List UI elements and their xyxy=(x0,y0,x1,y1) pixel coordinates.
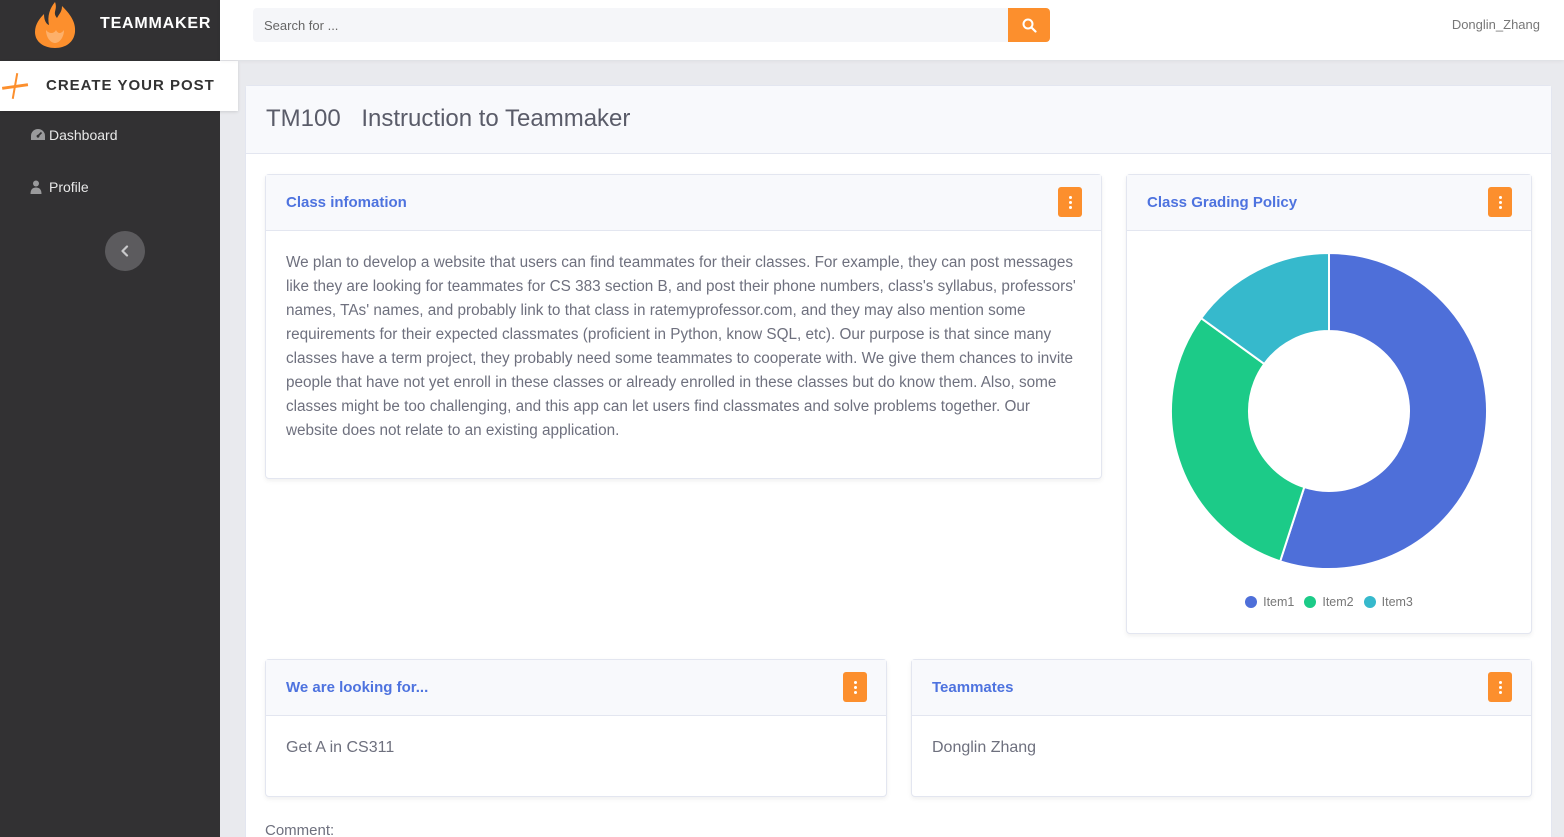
grading-policy-card: Class Grading Policy Item1 Item2 Item3 xyxy=(1126,174,1532,634)
flame-icon xyxy=(35,2,76,48)
sidebar-item-profile[interactable]: Profile xyxy=(30,179,89,195)
card-header: Teammates xyxy=(912,660,1531,716)
brand-name: TEAMMAKER xyxy=(100,15,212,32)
legend-swatch xyxy=(1245,596,1258,608)
card-title: Class infomation xyxy=(286,194,407,211)
more-options-button[interactable] xyxy=(1488,672,1512,702)
card-title: Class Grading Policy xyxy=(1147,194,1298,211)
grading-donut-chart xyxy=(1170,251,1488,570)
pie-slice-item2[interactable] xyxy=(1170,316,1306,563)
course-code: TM100 xyxy=(266,105,341,132)
more-options-button[interactable] xyxy=(1488,187,1512,217)
sidebar: TEAMMAKER CREATE YOUR POST Dashboard Pro… xyxy=(0,0,238,837)
search-input[interactable] xyxy=(253,8,1008,42)
topbar: Donglin_Zhang xyxy=(220,0,1564,60)
plus-icon xyxy=(1,73,29,99)
teammate-name: Donglin Zhang xyxy=(932,739,1037,756)
card-header: Class Grading Policy xyxy=(1127,175,1531,231)
sidebar-item-dashboard[interactable]: Dashboard xyxy=(30,127,118,143)
tachometer-icon xyxy=(31,129,45,140)
legend-swatch xyxy=(1363,596,1376,608)
looking-for-card: We are looking for... Get A in CS311 xyxy=(265,659,887,797)
sidebar-item-label: Dashboard xyxy=(49,127,118,143)
sidebar-collapse-button[interactable] xyxy=(105,231,145,271)
legend-item-item2[interactable]: Item2 xyxy=(1304,595,1354,609)
legend-item-item3[interactable]: Item3 xyxy=(1363,595,1413,609)
course-title: Instruction to Teammaker xyxy=(361,105,631,132)
search-icon xyxy=(1022,18,1037,33)
legend-swatch xyxy=(1304,596,1317,608)
class-info-text: We plan to develop a website that users … xyxy=(286,254,1076,439)
card-title: We are looking for... xyxy=(286,679,429,696)
chevron-left-icon xyxy=(121,245,129,257)
looking-for-text: Get A in CS311 xyxy=(286,739,395,756)
chart-legend: Item1 Item2 Item3 xyxy=(1127,595,1531,609)
sidebar-item-label: Profile xyxy=(49,179,89,195)
user-icon xyxy=(30,180,42,194)
search-button[interactable] xyxy=(1008,8,1050,42)
page-title: TM100 Instruction to Teammaker xyxy=(266,105,630,133)
create-post-label: CREATE YOUR POST xyxy=(46,77,215,94)
comment-label: Comment: xyxy=(265,822,335,837)
search-bar xyxy=(253,8,1050,42)
teammates-card: Teammates Donglin Zhang xyxy=(911,659,1532,797)
card-header: Class infomation xyxy=(266,175,1101,231)
more-options-button[interactable] xyxy=(1058,187,1082,217)
class-info-card: Class infomation We plan to develop a we… xyxy=(265,174,1102,479)
legend-label: Item2 xyxy=(1322,595,1354,609)
legend-label: Item3 xyxy=(1381,595,1413,609)
page-header: TM100 Instruction to Teammaker xyxy=(246,86,1551,154)
legend-label: Item1 xyxy=(1263,595,1295,609)
brand[interactable]: TEAMMAKER xyxy=(0,0,220,60)
create-post-button[interactable]: CREATE YOUR POST xyxy=(0,61,238,111)
legend-item-item1[interactable]: Item1 xyxy=(1245,595,1294,609)
user-name[interactable]: Donglin_Zhang xyxy=(1452,17,1540,32)
more-options-button[interactable] xyxy=(843,672,867,702)
card-header: We are looking for... xyxy=(266,660,886,716)
card-title: Teammates xyxy=(932,679,1014,696)
